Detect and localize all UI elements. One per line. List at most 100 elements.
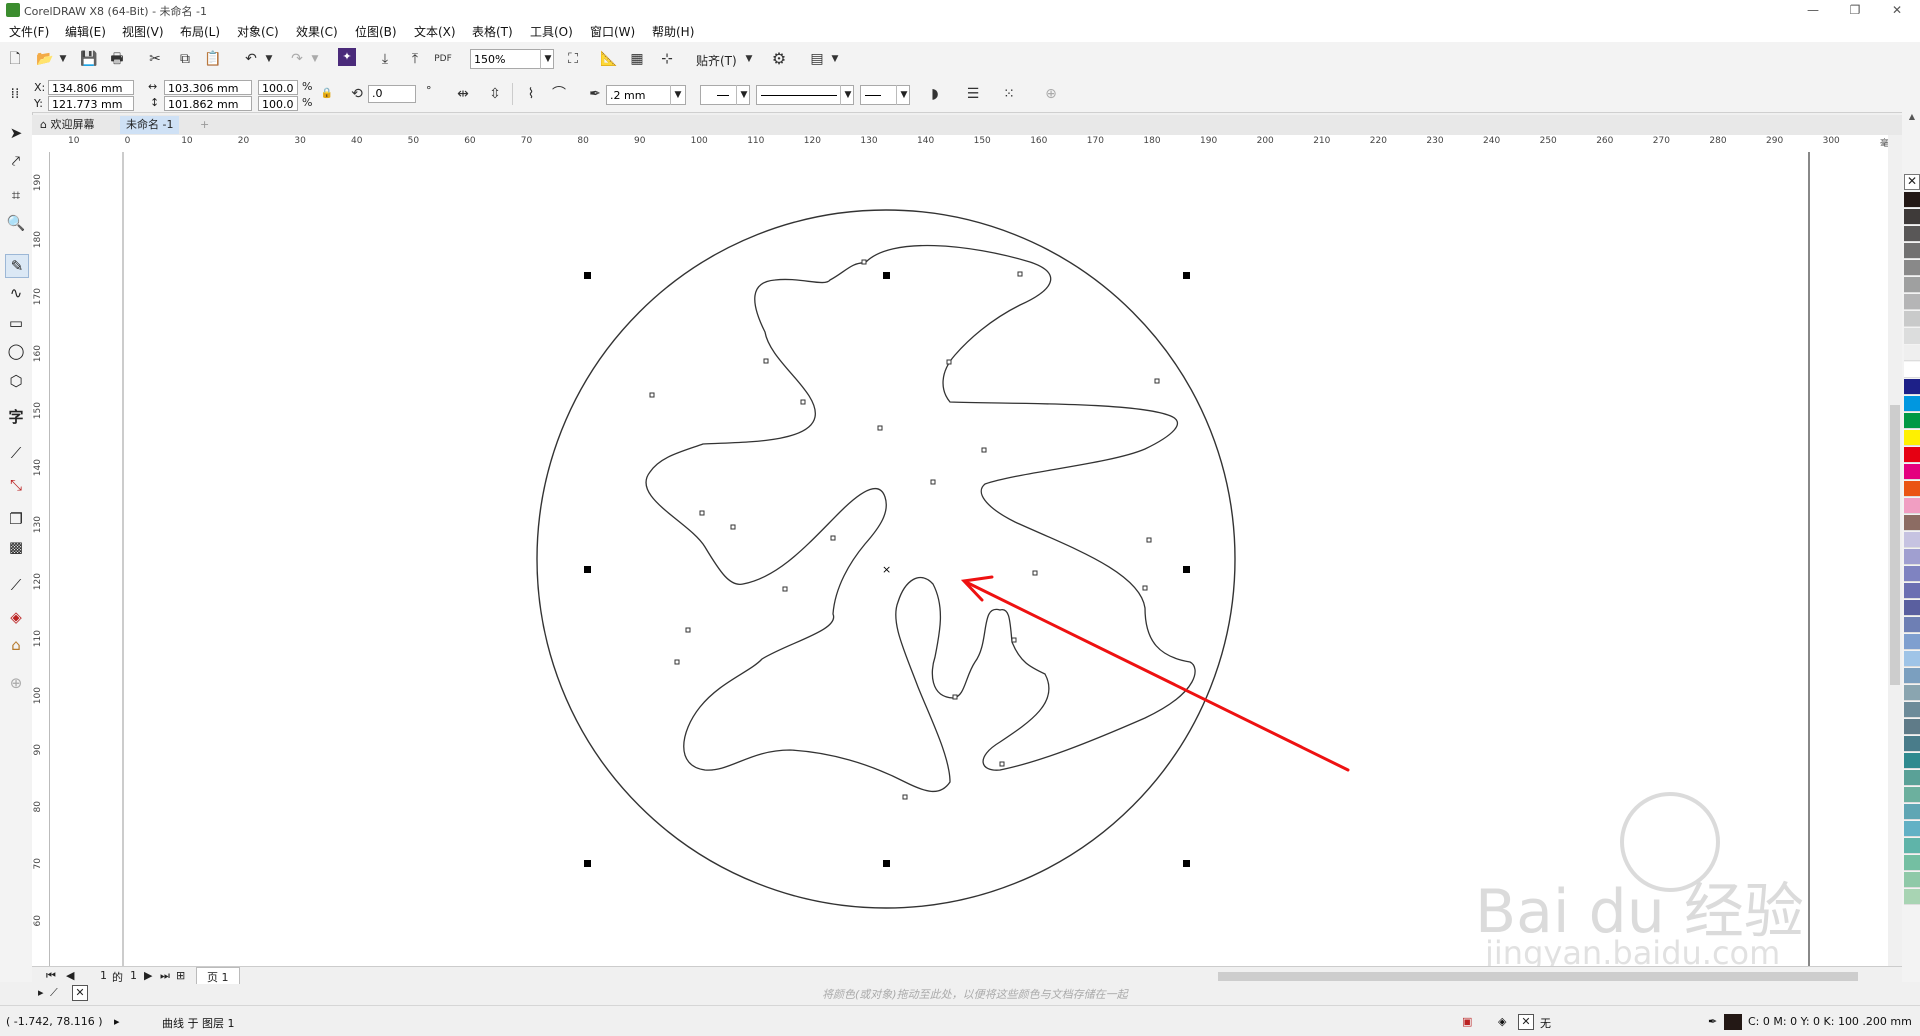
color-swatch[interactable]: [1904, 685, 1920, 701]
color-swatch[interactable]: [1904, 719, 1920, 735]
export-icon[interactable]: ⤒: [404, 48, 426, 70]
color-swatch[interactable]: [1904, 515, 1920, 531]
color-swatch[interactable]: [1904, 600, 1920, 616]
crop-tool-icon[interactable]: ⌗: [5, 184, 27, 206]
color-proofing-icon[interactable]: ▣: [1462, 1015, 1472, 1028]
copy-icon[interactable]: ⧉: [174, 48, 196, 70]
menu-tools[interactable]: 工具(O): [530, 23, 573, 40]
color-swatch[interactable]: [1904, 430, 1920, 446]
restore-button[interactable]: ❐: [1838, 0, 1872, 20]
color-swatch[interactable]: [1904, 209, 1920, 225]
interactive-fill-tool-icon[interactable]: ◈: [5, 606, 27, 628]
outline-width-dropdown-icon[interactable]: ▼: [670, 85, 685, 105]
menu-text[interactable]: 文本(X): [414, 23, 456, 40]
color-swatch[interactable]: [1904, 413, 1920, 429]
color-swatch[interactable]: [1904, 668, 1920, 684]
color-swatch[interactable]: [1904, 583, 1920, 599]
color-swatch[interactable]: [1904, 804, 1920, 820]
vertical-scrollbar[interactable]: [1888, 135, 1902, 966]
color-swatch[interactable]: [1904, 753, 1920, 769]
eyedropper-tool-icon[interactable]: ⟋: [5, 574, 27, 596]
node-edit-icon[interactable]: ⌇: [520, 83, 542, 105]
color-swatch[interactable]: [1904, 243, 1920, 259]
color-swatch[interactable]: [1904, 634, 1920, 650]
freehand-tool-icon[interactable]: ✎: [5, 254, 29, 278]
wrap-text-icon[interactable]: ☰: [962, 83, 984, 105]
paste-icon[interactable]: 📋: [202, 48, 224, 70]
document-palette-menu-icon[interactable]: ▸: [38, 986, 44, 999]
redo-dropdown-icon[interactable]: ▼: [304, 48, 326, 70]
color-swatch[interactable]: [1904, 821, 1920, 837]
color-swatch[interactable]: [1904, 549, 1920, 565]
no-color-icon[interactable]: ✕: [72, 985, 88, 1001]
color-swatch[interactable]: [1904, 498, 1920, 514]
shape-tool-icon[interactable]: ⤤: [5, 150, 27, 172]
y-position-input[interactable]: 121.773 mm: [48, 96, 134, 111]
tab-document[interactable]: 未命名 -1: [120, 116, 180, 134]
color-swatch[interactable]: [1904, 192, 1920, 208]
tab-welcome-screen[interactable]: ⌂ 欢迎屏幕: [34, 116, 101, 134]
color-swatch[interactable]: [1904, 362, 1920, 378]
color-swatch[interactable]: [1904, 311, 1920, 327]
close-open-curve-icon[interactable]: ◗: [924, 83, 946, 105]
import-icon[interactable]: ⤓: [374, 48, 396, 70]
no-color-swatch[interactable]: ✕: [1904, 174, 1920, 190]
open-dropdown-icon[interactable]: ▼: [52, 48, 74, 70]
close-button[interactable]: ✕: [1880, 0, 1914, 20]
color-swatch[interactable]: [1904, 277, 1920, 293]
line-style-dropdown-icon[interactable]: ▼: [840, 85, 855, 105]
print-icon[interactable]: 🖶: [106, 48, 128, 70]
extract-nodes-icon[interactable]: ⁙: [998, 83, 1020, 105]
menu-view[interactable]: 视图(V): [122, 23, 164, 40]
save-icon[interactable]: 💾: [78, 48, 100, 70]
search-content-icon[interactable]: ✦: [338, 48, 356, 66]
transparency-tool-icon[interactable]: ▩: [5, 536, 27, 558]
color-swatch[interactable]: [1904, 532, 1920, 548]
lock-ratio-icon[interactable]: 🔒: [316, 83, 338, 105]
x-position-input[interactable]: 134.806 mm: [48, 80, 134, 95]
menu-file[interactable]: 文件(F): [9, 23, 49, 40]
color-swatch[interactable]: [1904, 447, 1920, 463]
parallel-dimension-tool-icon[interactable]: ⟋: [5, 442, 27, 464]
fill-none-swatch[interactable]: ✕: [1518, 1014, 1534, 1030]
color-swatch[interactable]: [1904, 345, 1920, 361]
color-swatch[interactable]: [1904, 702, 1920, 718]
menu-window[interactable]: 窗口(W): [590, 23, 635, 40]
menu-effects[interactable]: 效果(C): [296, 23, 338, 40]
options-gear-icon[interactable]: ⚙: [768, 48, 790, 70]
palette-scroll-up-icon[interactable]: ▲: [1904, 112, 1920, 172]
start-arrowhead-dropdown-icon[interactable]: ▼: [736, 85, 751, 105]
mirror-horizontal-icon[interactable]: ⇹: [452, 83, 474, 105]
new-document-icon[interactable]: 🗋: [4, 48, 26, 70]
color-swatch[interactable]: [1904, 770, 1920, 786]
add-tab-button[interactable]: +: [194, 116, 215, 134]
outline-pen-icon[interactable]: ✒: [584, 83, 606, 105]
show-grid-icon[interactable]: ▦: [626, 48, 648, 70]
minimize-button[interactable]: —: [1796, 0, 1830, 20]
add-page-icon[interactable]: ⊞: [176, 969, 185, 982]
ellipse-tool-icon[interactable]: ◯: [5, 340, 27, 362]
color-swatch[interactable]: [1904, 651, 1920, 667]
undo-dropdown-icon[interactable]: ▼: [258, 48, 280, 70]
color-swatch[interactable]: [1904, 294, 1920, 310]
color-swatch[interactable]: [1904, 855, 1920, 871]
height-input[interactable]: 101.862 mm: [164, 96, 252, 111]
color-swatch[interactable]: [1904, 872, 1920, 888]
full-screen-icon[interactable]: ⛶: [562, 48, 584, 70]
menu-help[interactable]: 帮助(H): [652, 23, 694, 40]
vertical-ruler[interactable]: 190 180 170 160 150 140 130 120 110 100 90 80 70 60: [32, 152, 50, 966]
rectangle-tool-icon[interactable]: ▭: [5, 312, 27, 334]
color-swatch[interactable]: [1904, 566, 1920, 582]
launcher-dropdown-icon[interactable]: ▼: [824, 48, 846, 70]
snap-to-label[interactable]: 贴齐(T): [696, 52, 737, 69]
end-arrowhead-dropdown-icon[interactable]: ▼: [896, 85, 911, 105]
width-input[interactable]: 103.306 mm: [164, 80, 252, 95]
snap-dropdown-icon[interactable]: ▼: [738, 48, 760, 70]
add-tool-icon[interactable]: ⊕: [5, 672, 27, 694]
vertical-scroll-thumb[interactable]: [1890, 405, 1900, 685]
show-rulers-icon[interactable]: 📐: [598, 48, 620, 70]
smart-fill-tool-icon[interactable]: ⌂: [5, 634, 27, 656]
menu-object[interactable]: 对象(C): [237, 23, 279, 40]
color-swatch[interactable]: [1904, 396, 1920, 412]
drop-shadow-tool-icon[interactable]: ❐: [5, 508, 27, 530]
